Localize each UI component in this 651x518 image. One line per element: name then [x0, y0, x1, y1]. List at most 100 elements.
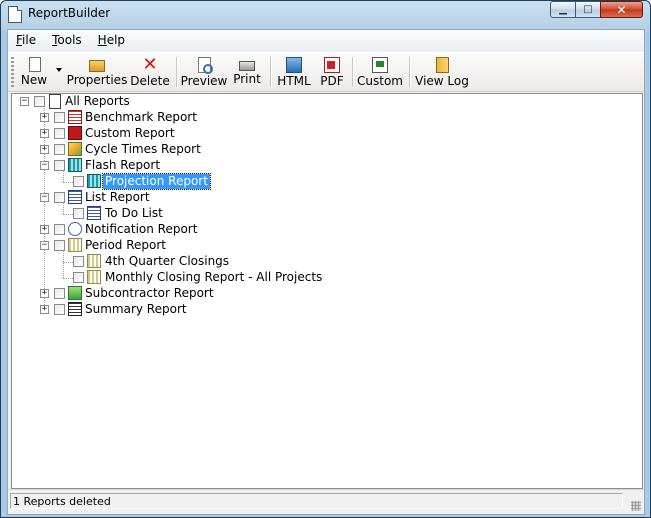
tree-item-list-report[interactable]: List Report [85, 190, 150, 205]
expand-subcontractor-toggle[interactable]: + [40, 289, 49, 298]
html-export-icon [286, 57, 302, 73]
tree-item-summary-report[interactable]: Summary Report [85, 302, 187, 317]
list-checkbox[interactable] [54, 192, 65, 203]
tree-item-notification-report[interactable]: Notification Report [85, 222, 197, 237]
new-button[interactable]: New [18, 55, 50, 89]
list-report-icon [68, 190, 82, 204]
menu-tools[interactable]: Tools [44, 30, 90, 51]
client-area: File Tools Help New Properties ✕ Delete … [7, 29, 645, 515]
collapse-period-toggle[interactable]: − [40, 241, 49, 250]
new-document-icon [29, 57, 41, 72]
tree-item-flash-report[interactable]: Flash Report [85, 158, 160, 173]
root-checkbox[interactable] [34, 96, 45, 107]
view-log-icon [435, 57, 449, 73]
toolbar-separator [352, 57, 354, 87]
maximize-icon: □ [583, 4, 593, 15]
menu-help[interactable]: Help [90, 30, 133, 51]
tree-item-all-reports[interactable]: All Reports [65, 94, 130, 109]
report-tree[interactable]: − All Reports + Benchmark Report + Custo… [11, 93, 643, 489]
delete-button[interactable]: ✕ Delete [130, 54, 170, 89]
menu-file-label: ile [22, 33, 37, 47]
benchmark-checkbox[interactable] [54, 112, 65, 123]
view-log-label: View Log [415, 74, 469, 88]
toolbar-grip[interactable] [11, 57, 14, 87]
print-button[interactable]: Print [232, 55, 262, 89]
tree-item-projection-report[interactable]: Projection Report [102, 173, 211, 190]
window-title: ReportBuilder [28, 6, 111, 20]
monthly-closing-icon [87, 270, 101, 284]
printer-icon [239, 61, 255, 71]
status-message: 1 Reports deleted [10, 493, 623, 509]
pdf-label: PDF [320, 74, 344, 88]
custom-report-icon [68, 126, 82, 140]
print-label: Print [233, 72, 261, 86]
toolbar-separator [270, 57, 272, 87]
preview-label: Preview [180, 74, 228, 88]
pdf-button[interactable]: PDF [319, 55, 345, 89]
toolbar-separator [409, 57, 411, 87]
period-report-icon [68, 238, 82, 252]
collapse-root-toggle[interactable]: − [20, 97, 29, 106]
properties-icon [89, 60, 105, 72]
minimize-icon: ▁ [559, 4, 567, 15]
tree-item-cycle-times-report[interactable]: Cycle Times Report [85, 142, 201, 157]
custom-label: Custom [357, 74, 403, 88]
tree-item-benchmark-report[interactable]: Benchmark Report [85, 110, 197, 125]
properties-label: Properties [66, 73, 128, 87]
expand-summary-toggle[interactable]: + [40, 305, 49, 314]
menu-bar: File Tools Help [8, 30, 644, 51]
tree-item-subcontractor-report[interactable]: Subcontractor Report [85, 286, 214, 301]
notification-checkbox[interactable] [54, 224, 65, 235]
expand-notification-toggle[interactable]: + [40, 225, 49, 234]
expand-benchmark-toggle[interactable]: + [40, 113, 49, 122]
view-log-button[interactable]: View Log [415, 55, 469, 89]
todo-checkbox[interactable] [73, 208, 84, 219]
custom-report-icon [372, 57, 388, 73]
toolbar-separator [176, 57, 178, 87]
menu-tools-label: ools [57, 33, 82, 47]
collapse-flash-toggle[interactable]: − [40, 161, 49, 170]
delete-x-icon: ✕ [142, 54, 158, 75]
properties-button[interactable]: Properties [66, 55, 128, 89]
menu-help-accelerator: H [97, 33, 107, 47]
benchmark-report-icon [68, 110, 82, 124]
tree-item-4th-quarter-closings[interactable]: 4th Quarter Closings [105, 254, 229, 269]
custom-button[interactable]: Custom [357, 55, 403, 89]
close-icon: ✕ [616, 2, 627, 17]
preview-button[interactable]: Preview [180, 55, 228, 89]
app-document-icon [8, 6, 22, 23]
projection-checkbox[interactable] [73, 176, 84, 187]
title-bar[interactable]: ReportBuilder ▁ □ ✕ [0, 0, 651, 28]
tree-item-custom-report[interactable]: Custom Report [85, 126, 175, 141]
cycle-times-checkbox[interactable] [54, 144, 65, 155]
flash-checkbox[interactable] [54, 160, 65, 171]
monthly-closing-checkbox[interactable] [73, 272, 84, 283]
menu-file[interactable]: File [8, 30, 44, 51]
period-checkbox[interactable] [54, 240, 65, 251]
tree-item-monthly-closing-report[interactable]: Monthly Closing Report - All Projects [105, 270, 322, 285]
tree-connector-line [63, 250, 64, 278]
subcontractor-report-icon [68, 286, 82, 300]
notification-clock-icon [68, 222, 82, 236]
expand-cycle-times-toggle[interactable]: + [40, 145, 49, 154]
html-label: HTML [277, 74, 311, 88]
collapse-list-toggle[interactable]: − [40, 193, 49, 202]
tree-item-period-report[interactable]: Period Report [85, 238, 166, 253]
delete-label: Delete [130, 74, 170, 88]
resize-grip-icon[interactable] [631, 501, 641, 511]
minimize-button[interactable]: ▁ [550, 1, 576, 18]
q4-closings-icon [87, 254, 101, 268]
tree-item-todo-list[interactable]: To Do List [105, 206, 163, 221]
html-button[interactable]: HTML [276, 55, 312, 89]
q4-closings-checkbox[interactable] [73, 256, 84, 267]
new-dropdown-arrow-icon[interactable] [56, 68, 62, 72]
summary-checkbox[interactable] [54, 304, 65, 315]
projection-report-icon [87, 174, 101, 188]
custom-checkbox[interactable] [54, 128, 65, 139]
expand-custom-toggle[interactable]: + [40, 129, 49, 138]
close-button[interactable]: ✕ [600, 1, 643, 18]
subcontractor-checkbox[interactable] [54, 288, 65, 299]
menu-help-label: elp [106, 33, 126, 47]
maximize-button[interactable]: □ [575, 1, 601, 18]
summary-report-icon [68, 302, 82, 316]
